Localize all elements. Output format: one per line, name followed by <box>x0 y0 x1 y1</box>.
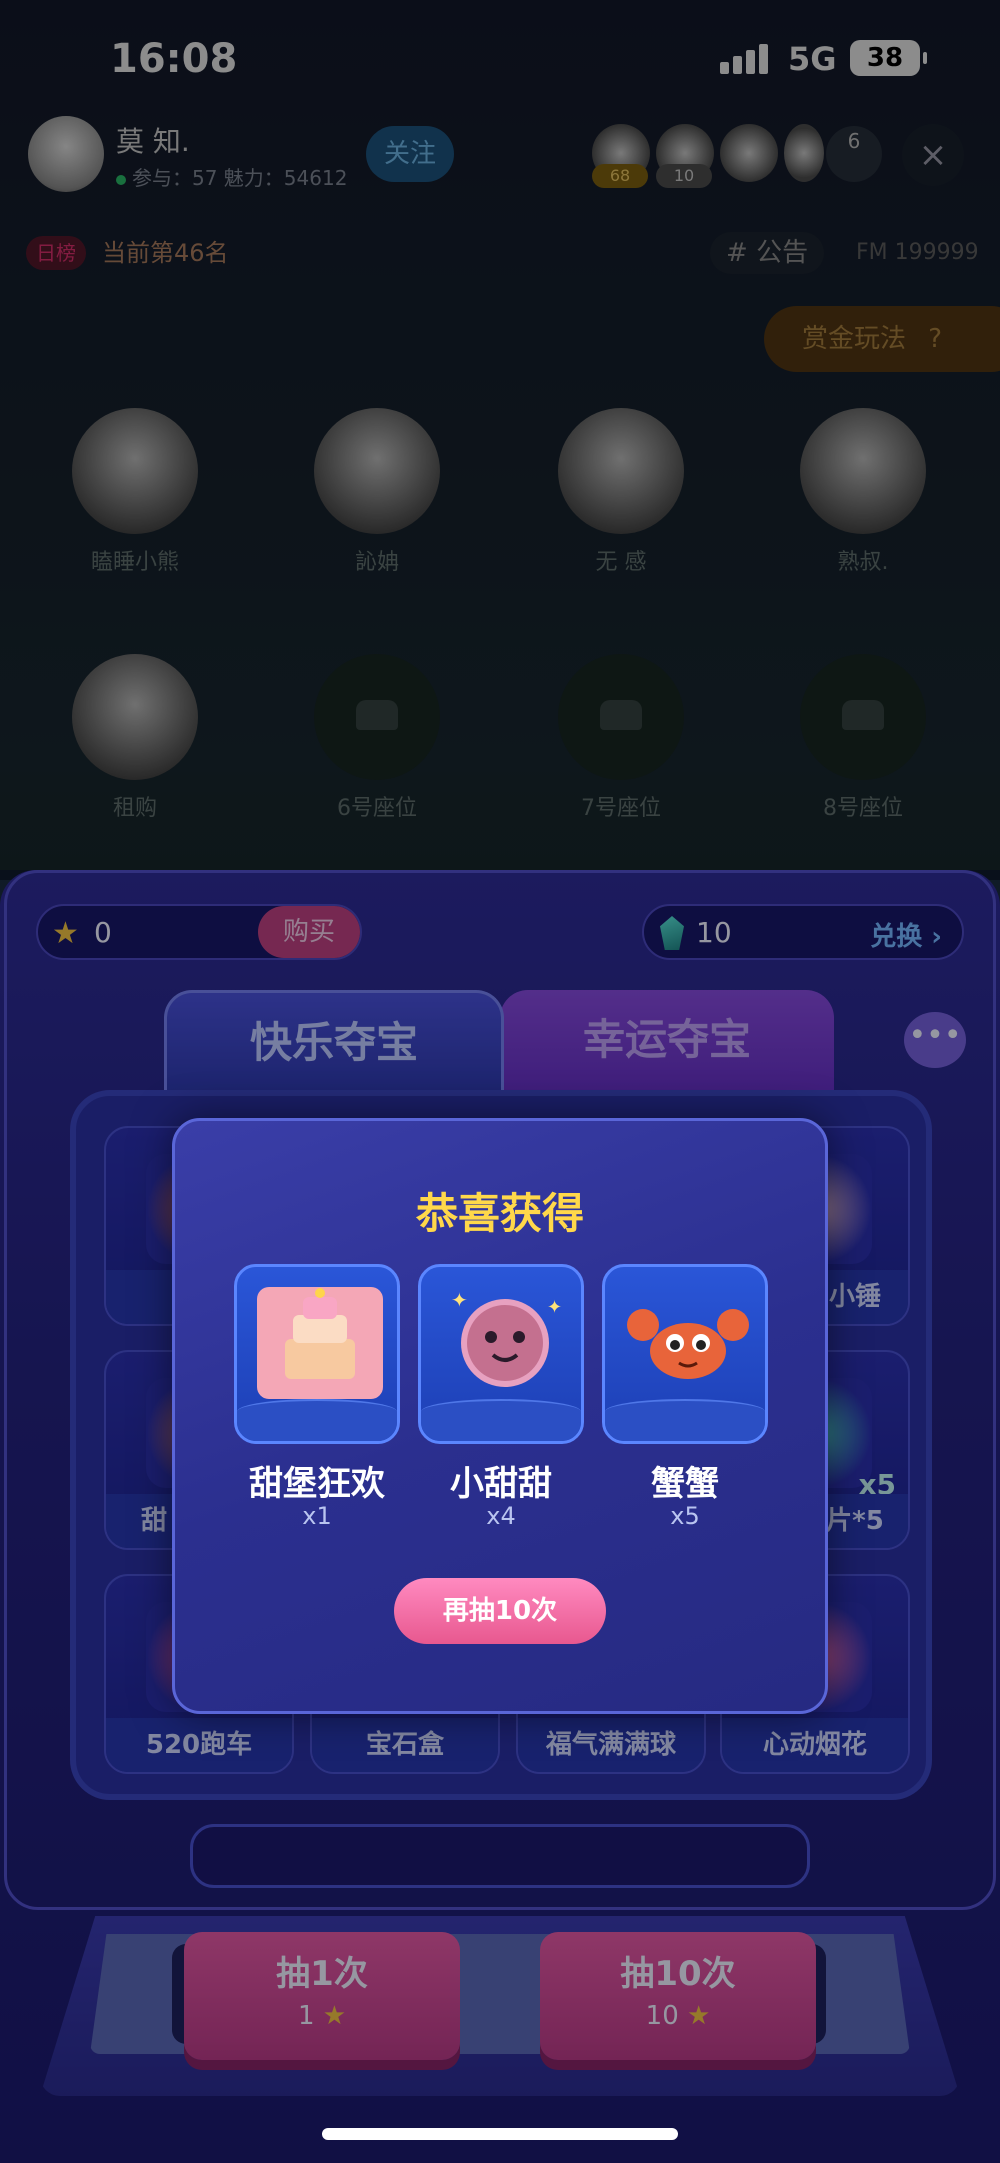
redraw-ten-button[interactable]: 再抽10次 <box>394 1578 606 1644</box>
cake-icon <box>257 1287 383 1399</box>
svg-text:✦: ✦ <box>451 1288 468 1312</box>
modal-title: 恭喜获得 <box>415 1189 584 1238</box>
prize-name: 甜堡狂欢 <box>249 1464 385 1504</box>
prize-card <box>602 1264 768 1444</box>
prize-qty: x1 <box>302 1502 332 1530</box>
prize-name: 小甜甜 <box>450 1464 552 1504</box>
prize-qty: x5 <box>670 1502 700 1530</box>
prize-qty: x4 <box>486 1502 516 1530</box>
svg-text:✦: ✦ <box>547 1297 562 1318</box>
prize-name: 蟹蟹 <box>651 1464 719 1504</box>
prize-card: ✦ ✦ <box>418 1264 584 1444</box>
home-indicator[interactable] <box>322 2128 678 2140</box>
donut-icon: ✦ ✦ <box>451 1288 562 1387</box>
prize-card <box>234 1264 400 1444</box>
crab-icon <box>627 1309 749 1379</box>
room-dim-overlay <box>0 0 1000 880</box>
